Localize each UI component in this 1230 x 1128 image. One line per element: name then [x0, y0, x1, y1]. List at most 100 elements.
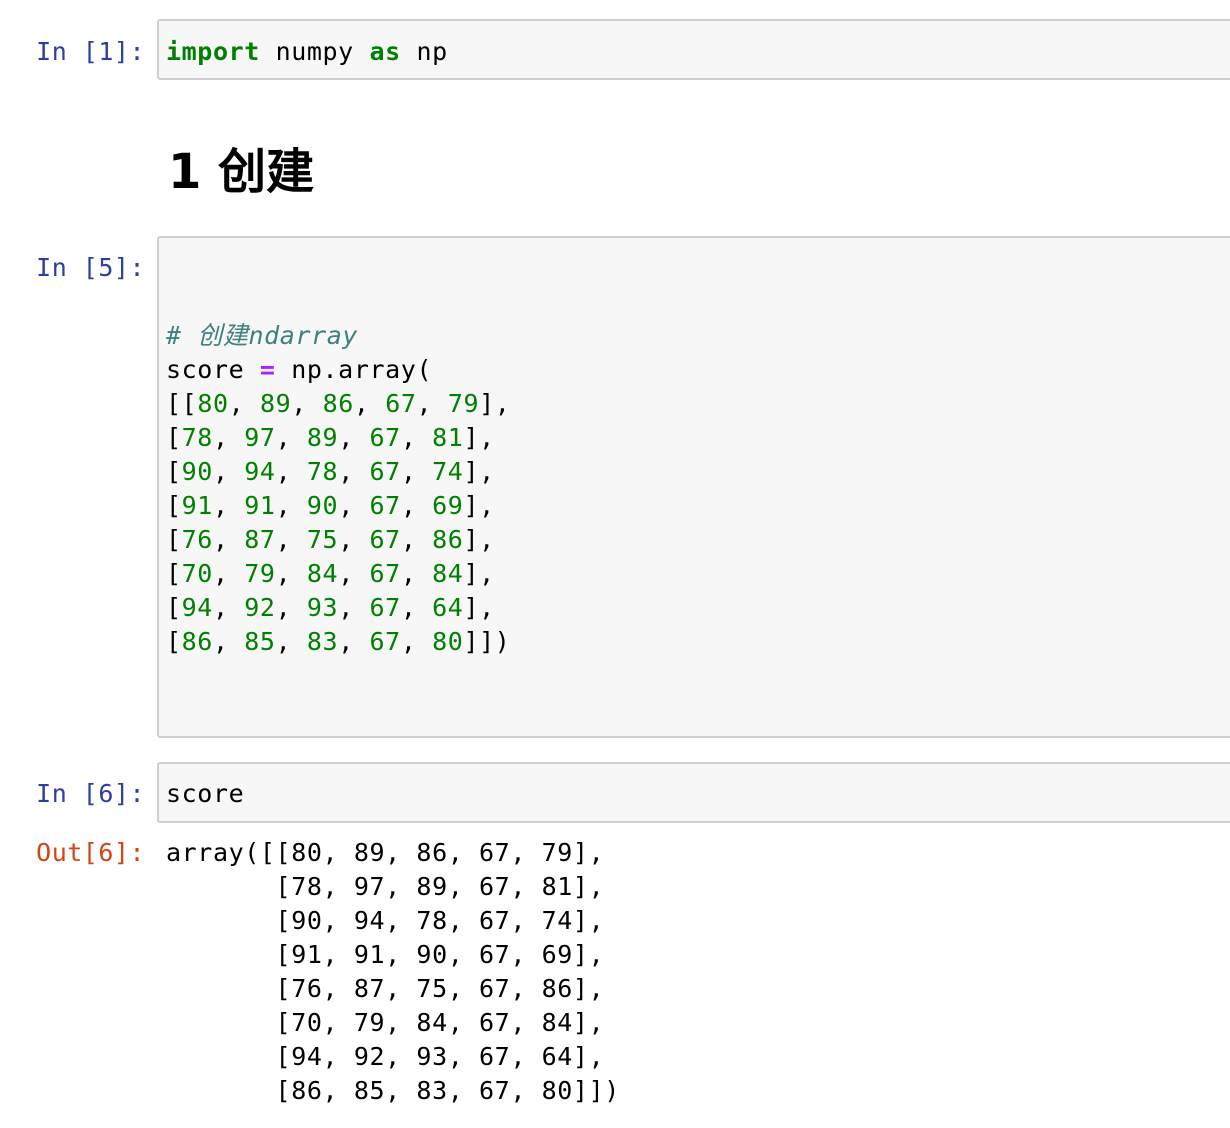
bracket: [	[166, 627, 182, 656]
number-literal: 69	[432, 491, 464, 520]
separator: ,	[275, 423, 307, 452]
separator: ,	[400, 593, 433, 622]
separator: ,	[338, 593, 370, 622]
bracket: [	[166, 525, 182, 554]
separator: ,	[212, 491, 245, 520]
separator: ,	[212, 627, 245, 656]
section-heading: 1 创建	[168, 144, 315, 200]
number-literal: 84	[432, 559, 464, 588]
number-literal: 74	[432, 457, 464, 486]
bracket: ]])	[463, 627, 511, 656]
separator: ,	[338, 559, 370, 588]
assign-operator: =	[259, 355, 276, 384]
separator: ,	[212, 525, 245, 554]
keyword-import: import	[166, 37, 260, 66]
number-literal: 67	[385, 389, 417, 418]
separator: ,	[400, 491, 433, 520]
number-literal: 87	[244, 525, 276, 554]
number-literal: 86	[432, 525, 464, 554]
bracket: ],	[463, 593, 495, 622]
bracket: [	[166, 423, 182, 452]
bracket: ],	[463, 559, 495, 588]
number-literal: 89	[306, 423, 339, 452]
separator: ,	[400, 423, 433, 452]
number-literal: 97	[244, 423, 276, 452]
number-literal: 80	[432, 627, 464, 656]
number-literal: 76	[181, 525, 213, 554]
bracket: ],	[463, 457, 495, 486]
separator: ,	[338, 423, 370, 452]
separator: ,	[353, 389, 386, 418]
number-literal: 80	[197, 389, 229, 418]
code-text: score	[166, 355, 260, 384]
cell-output-6: array([[80, 89, 86, 67, 79], [78, 97, 89…	[166, 838, 620, 1105]
number-literal: 84	[306, 559, 339, 588]
number-literal: 83	[306, 627, 339, 656]
number-literal: 86	[181, 627, 213, 656]
bracket: ],	[463, 525, 495, 554]
code-text: numpy	[259, 37, 370, 66]
bracket: [	[166, 457, 182, 486]
bracket: ],	[463, 423, 495, 452]
separator: ,	[416, 389, 448, 418]
number-literal: 67	[369, 423, 401, 452]
output-prompt-6: Out[6]:	[36, 838, 145, 867]
code-editor-1[interactable]: import numpy as np	[166, 35, 448, 69]
separator: ,	[212, 457, 245, 486]
number-literal: 67	[369, 627, 401, 656]
number-literal: 90	[181, 457, 213, 486]
number-literal: 91	[181, 491, 213, 520]
separator: ,	[275, 559, 307, 588]
number-literal: 90	[306, 491, 339, 520]
number-literal: 64	[432, 593, 464, 622]
number-literal: 78	[306, 457, 339, 486]
number-literal: 89	[259, 389, 292, 418]
separator: ,	[275, 457, 307, 486]
bracket: [	[166, 559, 182, 588]
number-literal: 91	[244, 491, 276, 520]
number-literal: 67	[369, 593, 401, 622]
number-literal: 94	[244, 457, 276, 486]
separator: ,	[400, 559, 433, 588]
number-literal: 67	[369, 559, 401, 588]
separator: ,	[275, 525, 307, 554]
number-literal: 67	[369, 457, 401, 486]
separator: ,	[228, 389, 260, 418]
number-literal: 79	[244, 559, 276, 588]
separator: ,	[400, 627, 433, 656]
separator: ,	[338, 627, 370, 656]
number-literal: 78	[181, 423, 213, 452]
number-literal: 86	[322, 389, 354, 418]
number-literal: 70	[181, 559, 213, 588]
number-literal: 85	[244, 627, 276, 656]
array-literal: [[80, 89, 86, 67, 79], [78, 97, 89, 67, …	[166, 389, 510, 656]
separator: ,	[212, 423, 245, 452]
code-text: np	[400, 37, 448, 66]
code-editor-6[interactable]: score	[166, 777, 244, 811]
keyword-as: as	[369, 37, 401, 66]
number-literal: 79	[447, 389, 480, 418]
code-cell-6[interactable]	[157, 762, 1230, 823]
number-literal: 92	[244, 593, 276, 622]
bracket: ],	[479, 389, 511, 418]
bracket: [	[166, 593, 182, 622]
separator: ,	[338, 457, 370, 486]
number-literal: 94	[181, 593, 213, 622]
input-prompt-1: In [1]:	[36, 37, 145, 66]
number-literal: 75	[306, 525, 339, 554]
separator: ,	[400, 525, 433, 554]
bracket: [	[166, 491, 182, 520]
number-literal: 67	[369, 525, 401, 554]
code-editor-5[interactable]: # 创建ndarray score = np.array( [[80, 89, …	[166, 319, 510, 659]
code-comment: # 创建ndarray	[166, 321, 359, 350]
separator: ,	[212, 559, 245, 588]
separator: ,	[212, 593, 245, 622]
bracket: ],	[463, 491, 495, 520]
number-literal: 81	[432, 423, 464, 452]
separator: ,	[338, 491, 370, 520]
number-literal: 67	[369, 491, 401, 520]
separator: ,	[275, 593, 307, 622]
separator: ,	[275, 627, 307, 656]
separator: ,	[275, 491, 307, 520]
number-literal: 93	[306, 593, 339, 622]
